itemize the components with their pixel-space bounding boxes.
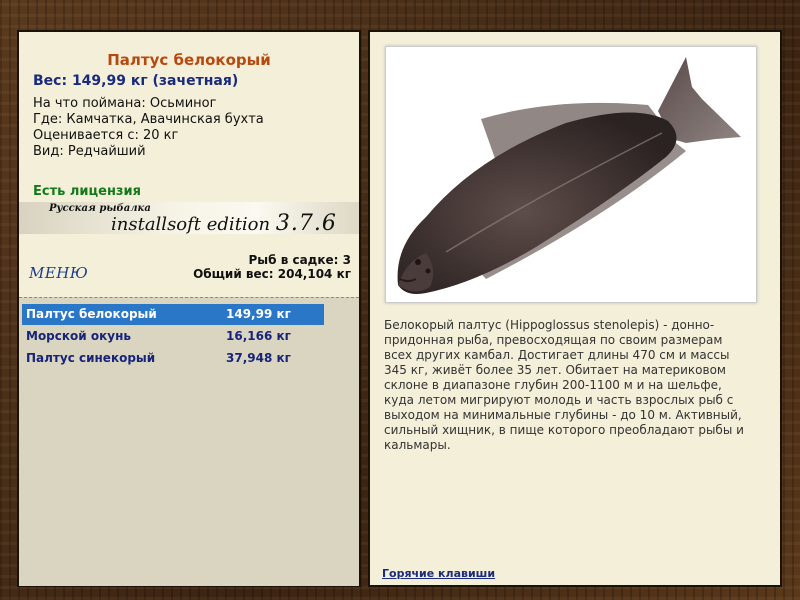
min-weight-info: Оценивается с: 20 кг xyxy=(33,128,179,143)
location-info: Где: Камчатка, Авачинская бухта xyxy=(33,112,264,127)
fish-details-panel: Белокорый палтус (Hippoglossus stenolepi… xyxy=(368,30,782,587)
keepnet-stats: Рыб в садке: 3 Общий вес: 204,104 кг xyxy=(193,253,351,281)
edition-banner: Русская рыбалка installsoft edition 3.7.… xyxy=(19,202,359,236)
bait-info: На что поймана: Осьминог xyxy=(33,96,217,111)
list-item[interactable]: Палтус синекорый 37,948 кг xyxy=(22,348,324,369)
banner-version: 3.7.6 xyxy=(275,211,337,236)
keepnet-list: Палтус белокорый 149,99 кг Морской окунь… xyxy=(19,297,359,586)
license-status: Есть лицензия xyxy=(33,184,141,199)
menu-button[interactable]: МЕНЮ xyxy=(29,264,88,282)
keepnet-count: Рыб в садке: 3 xyxy=(248,253,352,267)
fish-title: Палтус белокорый xyxy=(107,51,271,69)
fish-photo xyxy=(385,46,757,303)
list-item-name: Морской окунь xyxy=(26,329,131,343)
hotkeys-link[interactable]: Горячие клавиши xyxy=(382,567,495,580)
fish-weight: Вес: 149,99 кг (зачетная) xyxy=(33,73,239,89)
list-item[interactable]: Палтус белокорый 149,99 кг xyxy=(22,304,324,325)
list-item-weight: 149,99 кг xyxy=(226,307,291,321)
keepnet-total-weight: Общий вес: 204,104 кг xyxy=(193,267,351,281)
fish-description: Белокорый палтус (Hippoglossus stenolepi… xyxy=(384,318,744,452)
kind-info: Вид: Редчайший xyxy=(33,144,146,159)
catch-info-panel: Палтус белокорый Вес: 149,99 кг (зачетна… xyxy=(17,30,361,587)
list-item-name: Палтус белокорый xyxy=(26,307,157,321)
banner-edition: installsoft edition 3.7.6 xyxy=(111,211,337,236)
halibut-image xyxy=(397,57,741,294)
list-item[interactable]: Морской окунь 16,166 кг xyxy=(22,326,324,347)
list-item-weight: 37,948 кг xyxy=(226,351,291,365)
banner-edition-text: installsoft edition xyxy=(111,214,271,235)
list-item-name: Палтус синекорый xyxy=(26,351,156,365)
list-item-weight: 16,166 кг xyxy=(226,329,291,343)
